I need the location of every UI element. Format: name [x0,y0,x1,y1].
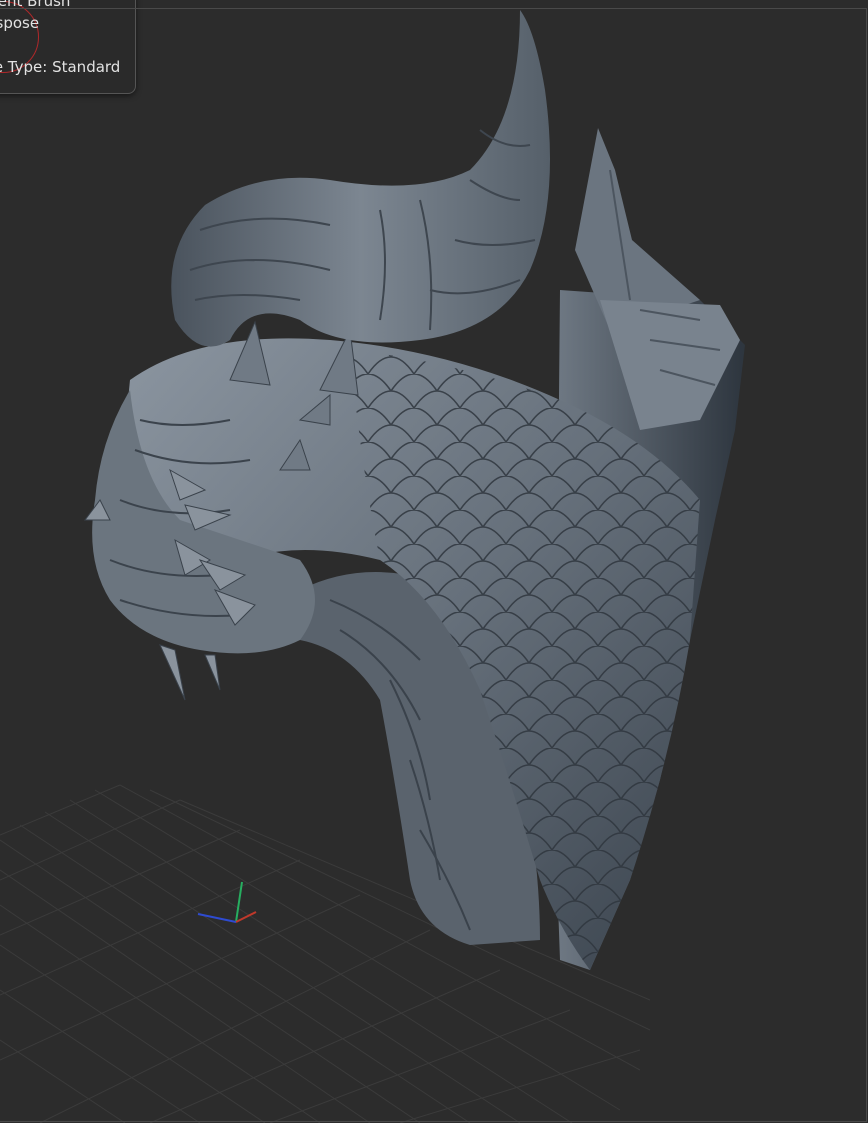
dragon-head-model[interactable] [0,0,868,1123]
current-brush-label: rrent Brush [0,0,71,10]
axis-x-line [235,911,257,923]
transpose-type-label: se Type: Standard [0,58,121,76]
brush-info-panel: rrent Brush nspose se Type: Standard [0,0,136,94]
3d-viewport[interactable]: rrent Brush nspose se Type: Standard [0,0,868,1123]
axis-gizmo [197,881,257,923]
axis-y-line [235,881,243,923]
axis-z-line [197,913,237,923]
transpose-label: nspose [0,14,40,32]
